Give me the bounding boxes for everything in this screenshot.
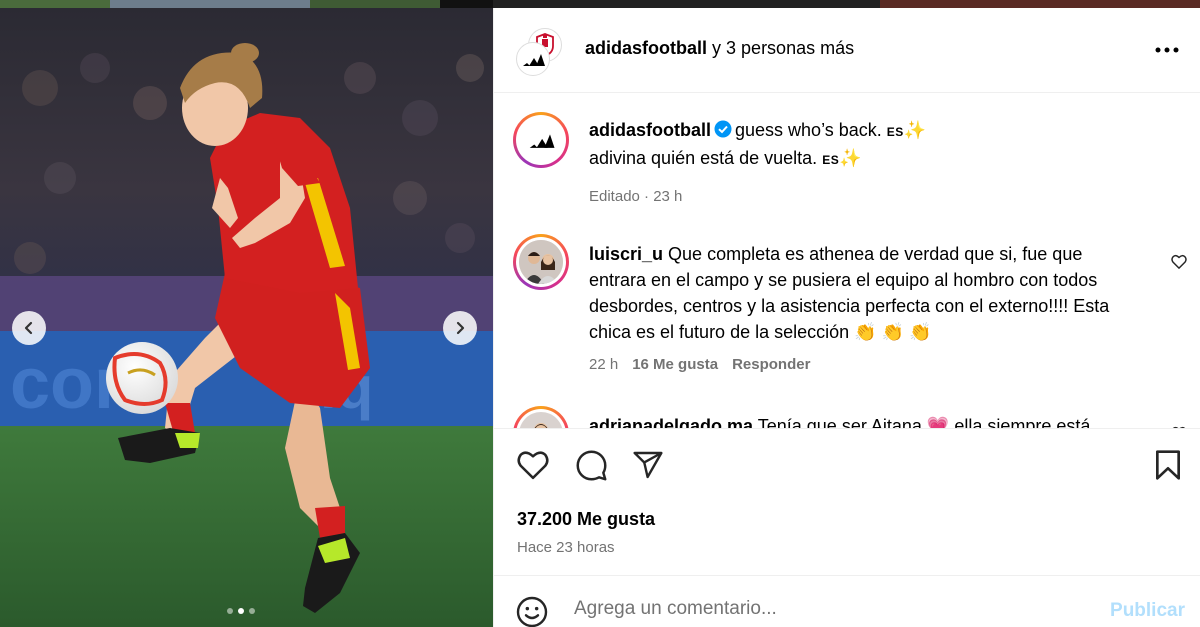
publish-button[interactable]: Publicar bbox=[1110, 600, 1185, 622]
verified-badge-icon bbox=[714, 119, 732, 145]
comment-text: adrianadelgado.ma Tenía que ser Aitana 💗… bbox=[589, 413, 1149, 428]
heart-emoji: 💗 bbox=[926, 416, 950, 428]
user-avatar-icon bbox=[519, 412, 563, 428]
chevron-left-icon bbox=[24, 321, 33, 335]
caption-edited: Editado · 23 h bbox=[589, 188, 683, 205]
more-horizontal-icon bbox=[1155, 47, 1179, 53]
add-comment-bar: Publicar bbox=[494, 575, 1200, 627]
previous-slide-button[interactable] bbox=[12, 311, 46, 345]
comment-body-continued: ella siempre está bbox=[954, 416, 1091, 428]
language-tag: ES bbox=[822, 153, 840, 167]
comment-body: Tenía que ser Aitana bbox=[757, 416, 922, 428]
collab-avatars[interactable] bbox=[516, 28, 566, 78]
heart-icon bbox=[517, 451, 549, 480]
comment-input[interactable] bbox=[574, 592, 1084, 626]
comment-time: 22 h bbox=[589, 356, 619, 373]
share-button[interactable] bbox=[632, 449, 664, 486]
caption-text: adidasfootball guess who’s back. ES✨ adiv… bbox=[589, 117, 1131, 173]
smiley-icon bbox=[516, 596, 548, 627]
comment-avatar[interactable] bbox=[513, 234, 569, 290]
more-options-button[interactable] bbox=[1155, 40, 1179, 58]
adidas-logo-icon bbox=[523, 54, 545, 66]
carousel-indicator bbox=[227, 608, 255, 614]
top-strip bbox=[0, 0, 1200, 8]
post-actions: 37.200 Me gusta Hace 23 horas bbox=[494, 428, 1200, 575]
comment-text: luiscri_u Que completa es athenea de ver… bbox=[589, 241, 1129, 345]
caption-username[interactable]: adidasfootball bbox=[589, 120, 711, 140]
adidas-avatar[interactable] bbox=[516, 42, 550, 76]
carousel-dot[interactable] bbox=[227, 608, 233, 614]
post-authors[interactable]: adidasfootball y 3 personas más bbox=[585, 38, 854, 59]
send-icon bbox=[633, 451, 663, 479]
bookmark-icon bbox=[1156, 450, 1180, 480]
like-comment-button[interactable] bbox=[1171, 254, 1187, 274]
comments-section[interactable]: adidasfootball guess who’s back. ES✨ adiv… bbox=[494, 94, 1200, 428]
caption-line2: adivina quién está de vuelta. bbox=[589, 148, 818, 168]
author-username[interactable]: adidasfootball bbox=[585, 38, 707, 58]
caption-avatar[interactable] bbox=[513, 112, 569, 168]
post-header: adidasfootball y 3 personas más bbox=[494, 8, 1200, 93]
sparkle-emoji: ✨ bbox=[839, 148, 862, 168]
comment-username[interactable]: adrianadelgado.ma bbox=[589, 416, 753, 428]
language-tag: ES bbox=[886, 125, 904, 139]
comment-body: Que completa es athenea de verdad que si… bbox=[589, 244, 1110, 342]
like-button[interactable] bbox=[516, 449, 550, 485]
comment-meta: 22 h 16 Me gusta Responder bbox=[589, 356, 810, 373]
emoji-picker-button[interactable] bbox=[516, 596, 548, 627]
carousel-dot-active[interactable] bbox=[238, 608, 244, 614]
adidas-logo-icon bbox=[529, 134, 555, 148]
chevron-right-icon bbox=[456, 321, 465, 335]
comment-username[interactable]: luiscri_u bbox=[589, 244, 663, 264]
football-player-photo: com tiq bbox=[0, 8, 493, 627]
likes-count[interactable]: 37.200 Me gusta bbox=[517, 509, 655, 530]
reply-button[interactable]: Responder bbox=[732, 356, 810, 373]
caption-line1: guess who’s back. bbox=[735, 120, 882, 140]
sparkle-emoji: ✨ bbox=[903, 120, 927, 140]
next-slide-button[interactable] bbox=[443, 311, 477, 345]
couple-avatar-icon bbox=[519, 240, 563, 284]
post-timestamp[interactable]: Hace 23 horas bbox=[517, 539, 615, 556]
post-details-panel: adidasfootball y 3 personas más adidasfo… bbox=[493, 8, 1200, 627]
post-media: com tiq bbox=[0, 8, 493, 627]
carousel-dot[interactable] bbox=[249, 608, 255, 614]
comment-avatar[interactable] bbox=[513, 406, 569, 428]
comment-likes[interactable]: 16 Me gusta bbox=[632, 356, 718, 373]
collaborators-text[interactable]: y 3 personas más bbox=[712, 38, 854, 58]
comment-button[interactable] bbox=[575, 449, 608, 487]
comment-bubble-icon bbox=[576, 450, 607, 481]
save-button[interactable] bbox=[1153, 449, 1183, 486]
clap-emojis: 👏 👏 👏 bbox=[854, 322, 932, 342]
heart-outline-icon bbox=[1171, 254, 1187, 269]
